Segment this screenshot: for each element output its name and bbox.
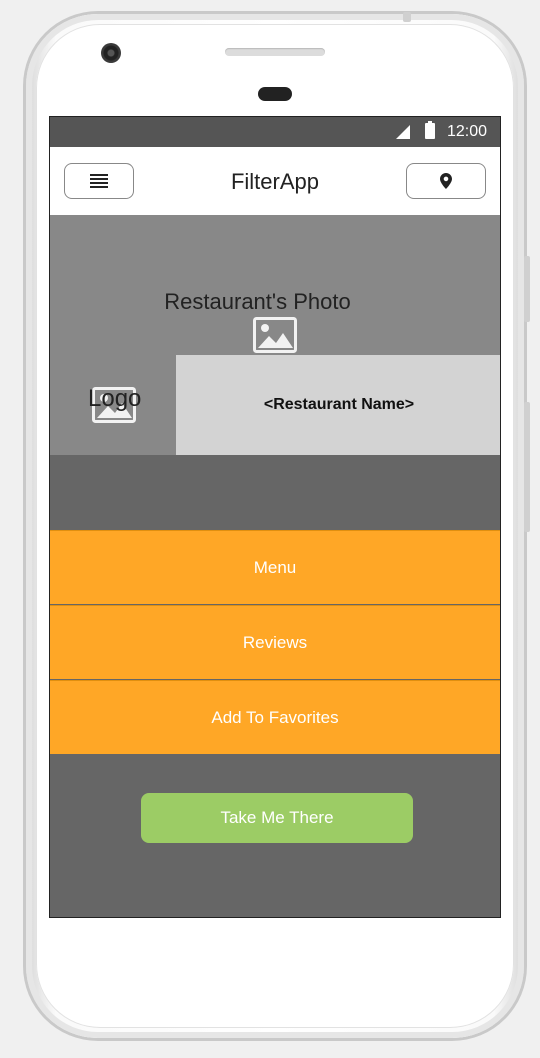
take-me-there-button[interactable]: Take Me There	[141, 793, 413, 843]
restaurant-logo: Logo	[50, 355, 176, 455]
front-camera	[101, 43, 121, 63]
status-time: 12:00	[446, 123, 487, 140]
earpiece-speaker	[225, 48, 325, 56]
status-bar: 12:00	[50, 117, 500, 147]
location-pin-icon	[440, 173, 452, 189]
restaurant-photo-label: Restaurant's Photo	[164, 289, 351, 314]
image-icon	[253, 317, 297, 353]
battery-icon	[425, 121, 435, 139]
location-button[interactable]	[406, 163, 486, 199]
power-button	[403, 12, 411, 22]
signal-icon	[396, 125, 410, 139]
volume-down-button	[524, 402, 530, 532]
menu-action[interactable]: Menu	[50, 530, 500, 604]
screen: 12:00 FilterApp Restaurant's Photo Logo …	[49, 116, 501, 918]
restaurant-name: <Restaurant Name>	[176, 355, 500, 455]
add-to-favorites-action[interactable]: Add To Favorites	[50, 680, 500, 754]
reviews-action[interactable]: Reviews	[50, 605, 500, 679]
app-bar: FilterApp	[50, 147, 500, 215]
proximity-sensor	[258, 87, 292, 101]
volume-up-button	[524, 256, 530, 322]
restaurant-logo-label: Logo	[88, 385, 142, 412]
